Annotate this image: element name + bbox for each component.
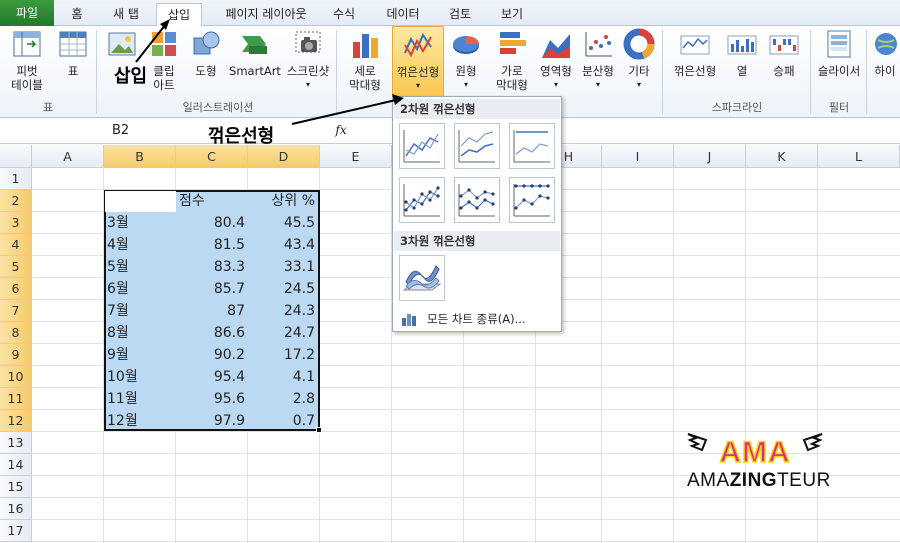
logo-text-b: ZING [729,470,778,491]
annotation-line-chart: 꺾은선형 [208,126,275,147]
annotation-insert: 삽입 [114,66,148,87]
logo-text-a: AMA [687,470,730,491]
logo-text-c: TEUR [777,470,831,491]
wings-logo-icon: AMA [687,433,823,470]
logo-mark: AMA [719,436,790,469]
logo-wordmark: AMAZINGTEUR [687,470,831,492]
